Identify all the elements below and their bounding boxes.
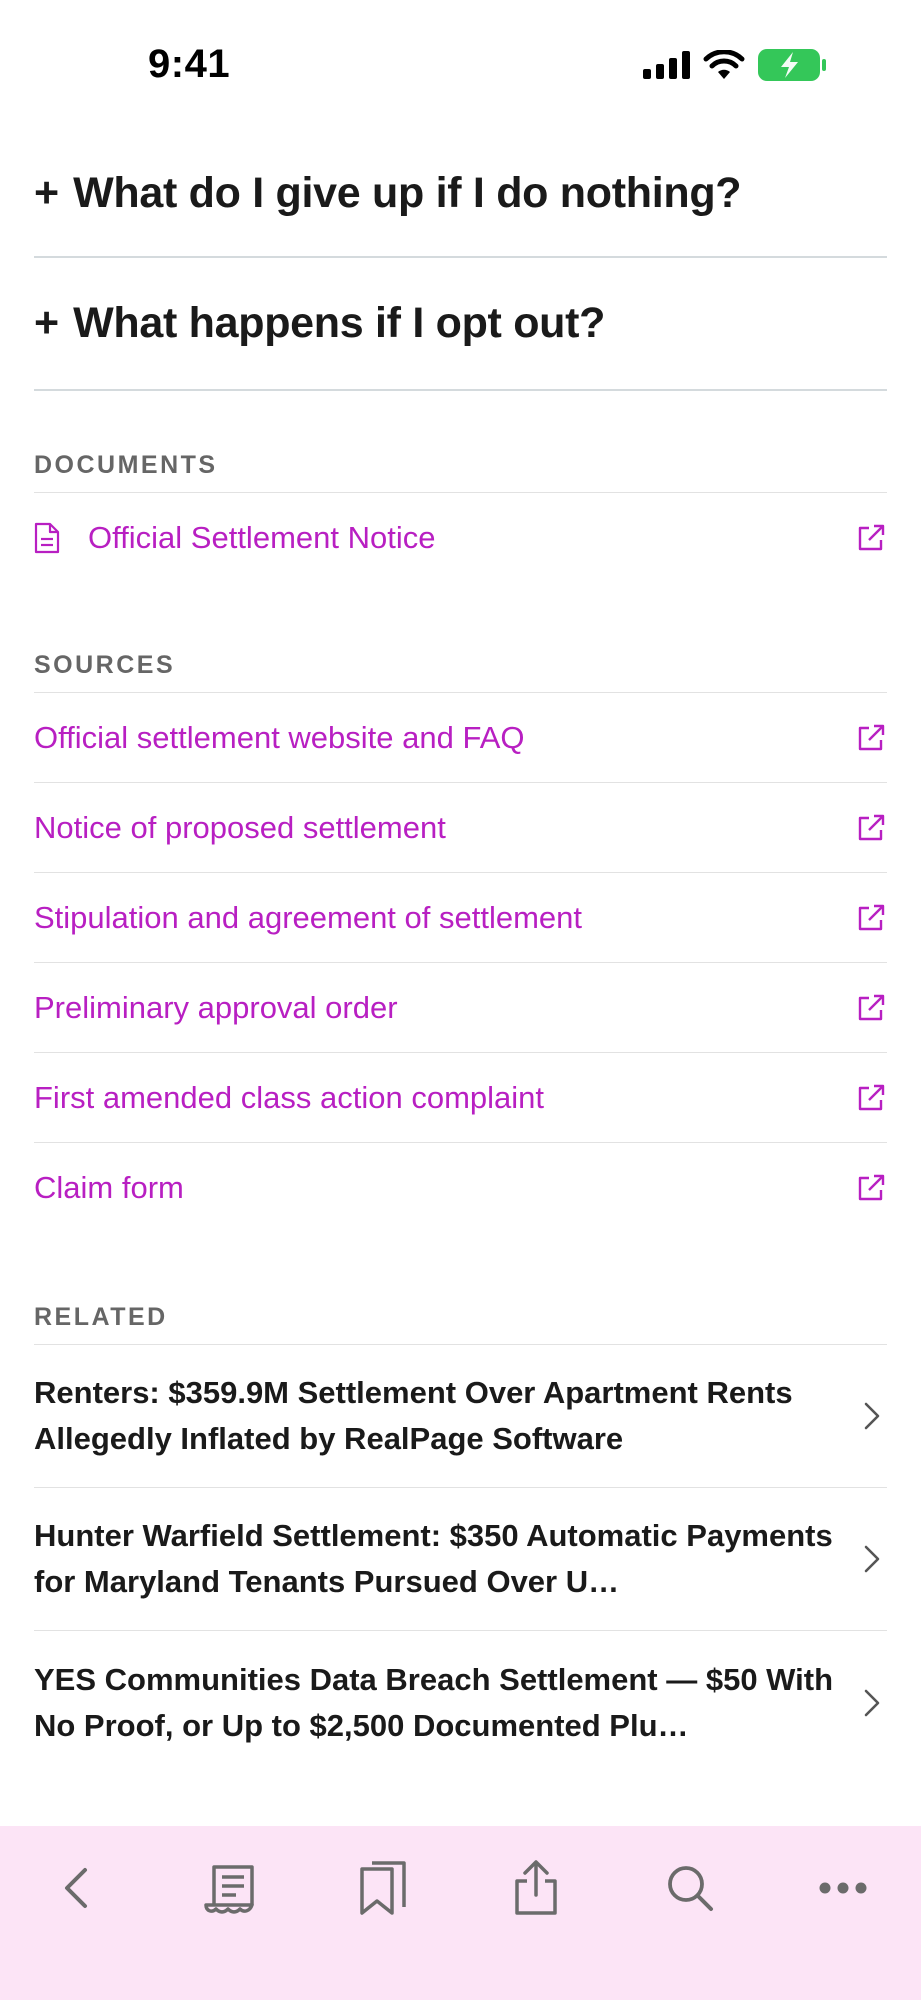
related-heading: RELATED <box>34 1303 887 1345</box>
external-link-icon <box>855 722 887 754</box>
external-link-icon <box>855 522 887 554</box>
receipt-icon <box>202 1861 258 1920</box>
wifi-icon <box>703 49 745 85</box>
search-icon <box>665 1863 715 1918</box>
related-list: Renters: $359.9M Settlement Over Apartme… <box>34 1345 887 1774</box>
accordion-label: What do I give up if I do nothing? <box>73 168 742 217</box>
source-link[interactable]: Claim form <box>34 1143 887 1233</box>
document-label: Official Settlement Notice <box>88 520 436 555</box>
source-link[interactable]: Preliminary approval order <box>34 963 887 1053</box>
back-button[interactable] <box>36 1850 116 1930</box>
back-icon <box>61 1866 91 1915</box>
related-article-title: Hunter Warfield Settlement: $350 Automat… <box>34 1518 833 1599</box>
related-article[interactable]: YES Communities Data Breach Settlement —… <box>34 1631 887 1774</box>
related-article[interactable]: Hunter Warfield Settlement: $350 Automat… <box>34 1488 887 1631</box>
chevron-right-icon <box>857 1688 887 1718</box>
related-article-title: Renters: $359.9M Settlement Over Apartme… <box>34 1375 793 1456</box>
main-content: + What do I give up if I do nothing? + W… <box>34 130 887 1774</box>
status-icons <box>643 48 827 87</box>
more-icon <box>818 1881 868 1900</box>
receipt-button[interactable] <box>190 1850 270 1930</box>
source-label: Notice of proposed settlement <box>34 809 446 845</box>
source-label: Official settlement website and FAQ <box>34 719 525 755</box>
cellular-signal-icon <box>643 51 691 84</box>
source-label: First amended class action complaint <box>34 1079 545 1115</box>
chevron-right-icon <box>857 1544 887 1574</box>
status-time: 9:41 <box>148 42 231 86</box>
source-link[interactable]: Official settlement website and FAQ <box>34 693 887 783</box>
external-link-icon <box>855 992 887 1024</box>
bookmarks-button[interactable] <box>343 1850 423 1930</box>
accordion-give-up[interactable]: + What do I give up if I do nothing? <box>34 130 887 258</box>
document-link-official-notice[interactable]: Official Settlement Notice <box>34 493 887 583</box>
external-link-icon <box>855 812 887 844</box>
external-link-icon <box>855 902 887 934</box>
external-link-icon <box>855 1082 887 1114</box>
chevron-right-icon <box>857 1401 887 1431</box>
bookmarks-icon <box>358 1859 408 1922</box>
accordion-label: What happens if I opt out? <box>73 299 606 347</box>
documents-heading: DOCUMENTS <box>34 451 887 493</box>
document-icon <box>34 522 68 554</box>
external-link-icon <box>855 1172 887 1204</box>
source-label: Claim form <box>34 1170 184 1205</box>
status-bar: 9:41 <box>0 0 921 130</box>
source-link[interactable]: First amended class action complaint <box>34 1053 887 1143</box>
source-label: Preliminary approval order <box>34 989 398 1025</box>
battery-charging-icon <box>757 48 827 87</box>
expand-plus-icon: + <box>34 168 60 217</box>
sources-list: Official settlement website and FAQ Noti… <box>34 693 887 1233</box>
accordion-opt-out[interactable]: + What happens if I opt out? <box>34 258 887 391</box>
share-icon <box>513 1859 559 1922</box>
related-article[interactable]: Renters: $359.9M Settlement Over Apartme… <box>34 1345 887 1488</box>
source-link[interactable]: Notice of proposed settlement <box>34 783 887 873</box>
source-link[interactable]: Stipulation and agreement of settlement <box>34 873 887 963</box>
bottom-toolbar <box>0 1826 921 2000</box>
expand-plus-icon: + <box>34 299 60 347</box>
search-button[interactable] <box>650 1850 730 1930</box>
more-button[interactable] <box>803 1850 883 1930</box>
sources-heading: SOURCES <box>34 651 887 693</box>
source-label: Stipulation and agreement of settlement <box>34 899 583 935</box>
related-article-title: YES Communities Data Breach Settlement —… <box>34 1661 834 1743</box>
share-button[interactable] <box>496 1850 576 1930</box>
